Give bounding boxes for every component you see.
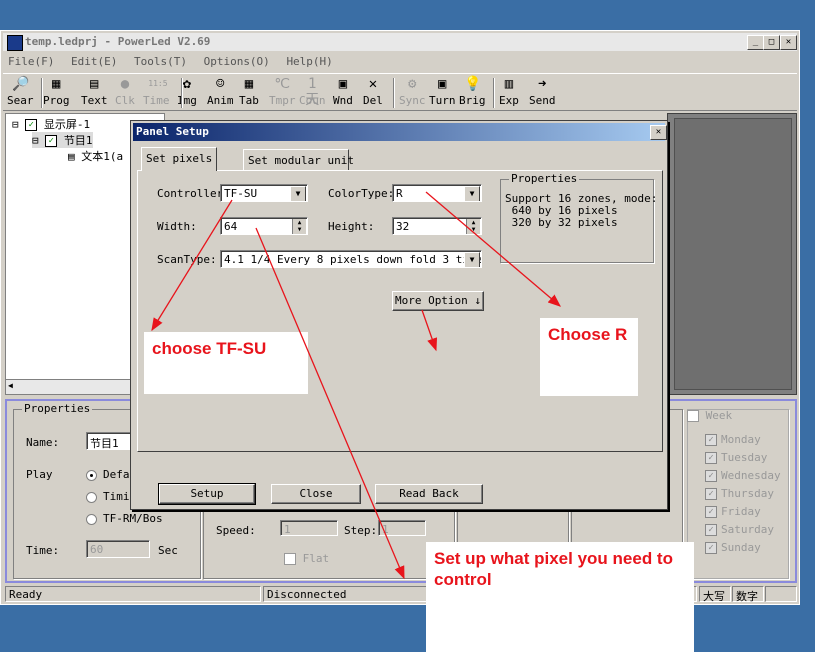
weekday-saturday-checkbox[interactable]: ✓ Saturday <box>705 523 774 536</box>
toolbar-tab-button[interactable]: ▦ Tab <box>239 76 259 107</box>
coun-icon: 1天 <box>305 76 320 108</box>
wnd-icon: ▣ <box>338 76 348 92</box>
step-select[interactable]: 1 <box>378 520 426 536</box>
dialog-close-button[interactable]: ✕ <box>650 125 667 140</box>
time-icon: 11:5 <box>148 79 168 88</box>
play-tfrm-radio[interactable]: TF-RM/Bos <box>86 512 163 525</box>
tmpr-icon: ℃ <box>274 76 291 92</box>
scantype-select[interactable]: 4.1 1/4 Every 8 pixels down fold 3 times… <box>220 250 482 268</box>
more-option-button[interactable]: More Option ↓ <box>392 291 484 311</box>
toolbar-brig-button[interactable]: 💡 Brig <box>459 76 486 107</box>
week-checkbox[interactable]: Week <box>687 409 732 422</box>
width-input[interactable]: 64 ▲ ▼ <box>220 217 308 235</box>
status-ready: Ready <box>5 586 261 602</box>
toolbar-sear-button[interactable]: 🔎 Sear <box>7 76 34 107</box>
chevron-down-icon[interactable]: ▼ <box>290 186 306 201</box>
menu-file[interactable]: File(F) <box>3 53 59 70</box>
sear-icon: 🔎 <box>12 76 30 92</box>
checkbox-icon[interactable]: ✓ <box>25 119 38 131</box>
annotation-choose-r: Choose R <box>540 318 638 396</box>
setup-button[interactable]: Setup <box>158 483 256 505</box>
spinner-icon[interactable]: ▲ ▼ <box>292 219 306 234</box>
exp-icon: ▥ <box>504 76 514 92</box>
maximize-button[interactable]: □ <box>763 35 780 50</box>
sync-icon: ⚙ <box>408 76 417 92</box>
tree-node-program[interactable]: ⊟ ✓ 节目1 <box>32 132 93 148</box>
del-icon: ✕ <box>368 76 378 92</box>
weekday-wednesday-checkbox[interactable]: ✓ Wednesday <box>705 469 781 482</box>
play-timing-radio[interactable]: Timin <box>86 490 136 503</box>
toolbar-text-button[interactable]: ▤ Text <box>81 76 108 107</box>
toolbar-sync-button[interactable]: ⚙ Sync <box>399 76 426 107</box>
prog-icon: ▦ <box>52 76 61 92</box>
menu-edit[interactable]: Edit(E) <box>66 53 122 70</box>
weekday-tuesday-checkbox[interactable]: ✓ Tuesday <box>705 451 767 464</box>
toolbar-anim-button[interactable]: ☺ Anim <box>207 76 234 107</box>
turn-icon: ▣ <box>438 76 447 92</box>
panel-setup-dialog: Panel Setup ✕ Set pixels Set modular uni… <box>130 120 668 510</box>
tree-node-text[interactable]: ▤ 文本1(a <box>68 148 123 164</box>
toolbar-send-button[interactable]: ➜ Send <box>529 76 556 107</box>
height-input[interactable]: 32 ▲ ▼ <box>392 217 482 235</box>
send-icon: ➜ <box>538 76 547 92</box>
annotation-choose-tfsu: choose TF-SU <box>144 332 308 394</box>
checkbox-icon[interactable]: ✓ <box>45 135 58 147</box>
read-back-button[interactable]: Read Back <box>375 484 483 504</box>
brig-icon: 💡 <box>464 76 482 92</box>
app-icon <box>7 35 23 51</box>
weekday-thursday-checkbox[interactable]: ✓ Thursday <box>705 487 774 500</box>
speed-select[interactable]: 1 <box>280 520 338 536</box>
minimize-button[interactable]: _ <box>747 35 764 50</box>
menu-help[interactable]: Help(H) <box>281 53 337 70</box>
tab-panel: Controller TF-SU ▼ ColorType: R ▼ Width: 6… <box>137 170 663 452</box>
controller-select[interactable]: TF-SU ▼ <box>220 184 308 202</box>
tab-icon: ▦ <box>244 76 254 92</box>
status-num: 数字 <box>732 586 764 603</box>
play-default-radio[interactable]: Defau <box>86 468 136 481</box>
chevron-down-icon[interactable]: ▼ <box>464 186 480 201</box>
toolbar-coun-button[interactable]: 1天 Coun <box>299 76 326 108</box>
preview-area <box>667 113 797 395</box>
title-bar[interactable]: temp.ledprj - PowerLed V2.69 _ □ ✕ <box>3 33 797 51</box>
dialog-title-bar[interactable]: Panel Setup ✕ <box>133 123 667 141</box>
colortype-select[interactable]: R ▼ <box>392 184 482 202</box>
weekday-monday-checkbox[interactable]: ✓ Monday <box>705 433 761 446</box>
toolbar-exp-button[interactable]: ▥ Exp <box>499 76 519 107</box>
scroll-left-icon[interactable]: ◀ <box>8 381 13 390</box>
dialog-title: Panel Setup <box>136 125 209 138</box>
spinner-icon[interactable]: ▲ ▼ <box>466 219 480 234</box>
status-caps: 大写 <box>699 586 731 603</box>
toolbar-del-button[interactable]: ✕ Del <box>363 76 383 107</box>
chevron-down-icon[interactable]: ▼ <box>464 252 480 267</box>
menu-options[interactable]: Options(O) <box>199 53 275 70</box>
toolbar: 🔎 Sear ▦ Prog ▤ Text ● Clk 11:5 Time ✿ Img ☺ Anim ▦ Tab… <box>3 73 797 111</box>
status-blank <box>765 586 797 602</box>
anim-icon: ☺ <box>216 76 225 92</box>
toolbar-prog-button[interactable]: ▦ Prog <box>43 76 70 107</box>
text-icon: ▤ <box>90 76 99 92</box>
close-dialog-button[interactable]: Close <box>271 484 361 504</box>
toolbar-wnd-button[interactable]: ▣ Wnd <box>333 76 353 107</box>
annotation-pixel-setup: Set up what pixel you need to control <box>426 542 694 652</box>
flat-checkbox[interactable]: Flat <box>284 552 329 565</box>
toolbar-tmpr-button[interactable]: ℃ Tmpr <box>269 76 296 107</box>
menu-tools[interactable]: Tools(T) <box>129 53 192 70</box>
toolbar-time-button[interactable]: 11:5 Time <box>143 76 170 107</box>
toolbar-turn-button[interactable]: ▣ Turn <box>429 76 456 107</box>
window-title: temp.ledprj - PowerLed V2.69 <box>25 35 211 48</box>
close-button[interactable]: ✕ <box>780 35 797 50</box>
tree-node-screen[interactable]: ⊟ ✓ 显示屏-1 <box>12 116 90 132</box>
toolbar-clk-button[interactable]: ● Clk <box>115 76 135 107</box>
weekday-friday-checkbox[interactable]: ✓ Friday <box>705 505 761 518</box>
menu-bar: File(F) Edit(E) Tools(T) Options(O) Help… <box>3 53 797 70</box>
weekday-sunday-checkbox[interactable]: ✓ Sunday <box>705 541 761 554</box>
tab-set-modular-unit[interactable]: Set modular unit <box>243 149 354 171</box>
tab-set-pixels[interactable]: Set pixels <box>141 147 218 171</box>
clk-icon: ● <box>120 76 130 92</box>
time-input[interactable]: 60 <box>86 540 150 558</box>
dialog-properties-group: Properties Support 16 zones, mode: 640 b… <box>500 172 657 263</box>
toolbar-img-button[interactable]: ✿ Img <box>177 76 197 107</box>
